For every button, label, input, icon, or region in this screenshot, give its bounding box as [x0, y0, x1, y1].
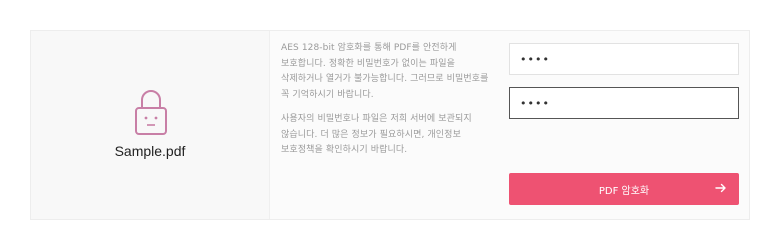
encryption-info: AES 128-bit 암호화를 통해 PDF를 안전하게 보호합니다. 정확한… [281, 41, 497, 168]
locked-file-icon [129, 83, 173, 139]
password-form [509, 43, 739, 119]
file-preview: Sample.pdf [31, 31, 270, 219]
confirm-password-field[interactable] [509, 87, 739, 119]
encrypt-pdf-button[interactable]: PDF 암호화 [509, 173, 739, 205]
encrypt-panel: Sample.pdf AES 128-bit 암호화를 통해 PDF를 안전하게… [30, 30, 750, 220]
password-field[interactable] [509, 43, 739, 75]
encrypt-button-label: PDF 암호화 [598, 186, 650, 197]
file-name: Sample.pdf [114, 143, 186, 159]
info-paragraph: 사용자의 비밀번호나 파일은 저희 서버에 보관되지 않습니다. 더 많은 정보… [281, 114, 472, 155]
info-paragraph: AES 128-bit 암호화를 통해 PDF를 안전하게 보호합니다. 정확한… [281, 43, 489, 100]
arrow-right-icon [715, 182, 727, 194]
